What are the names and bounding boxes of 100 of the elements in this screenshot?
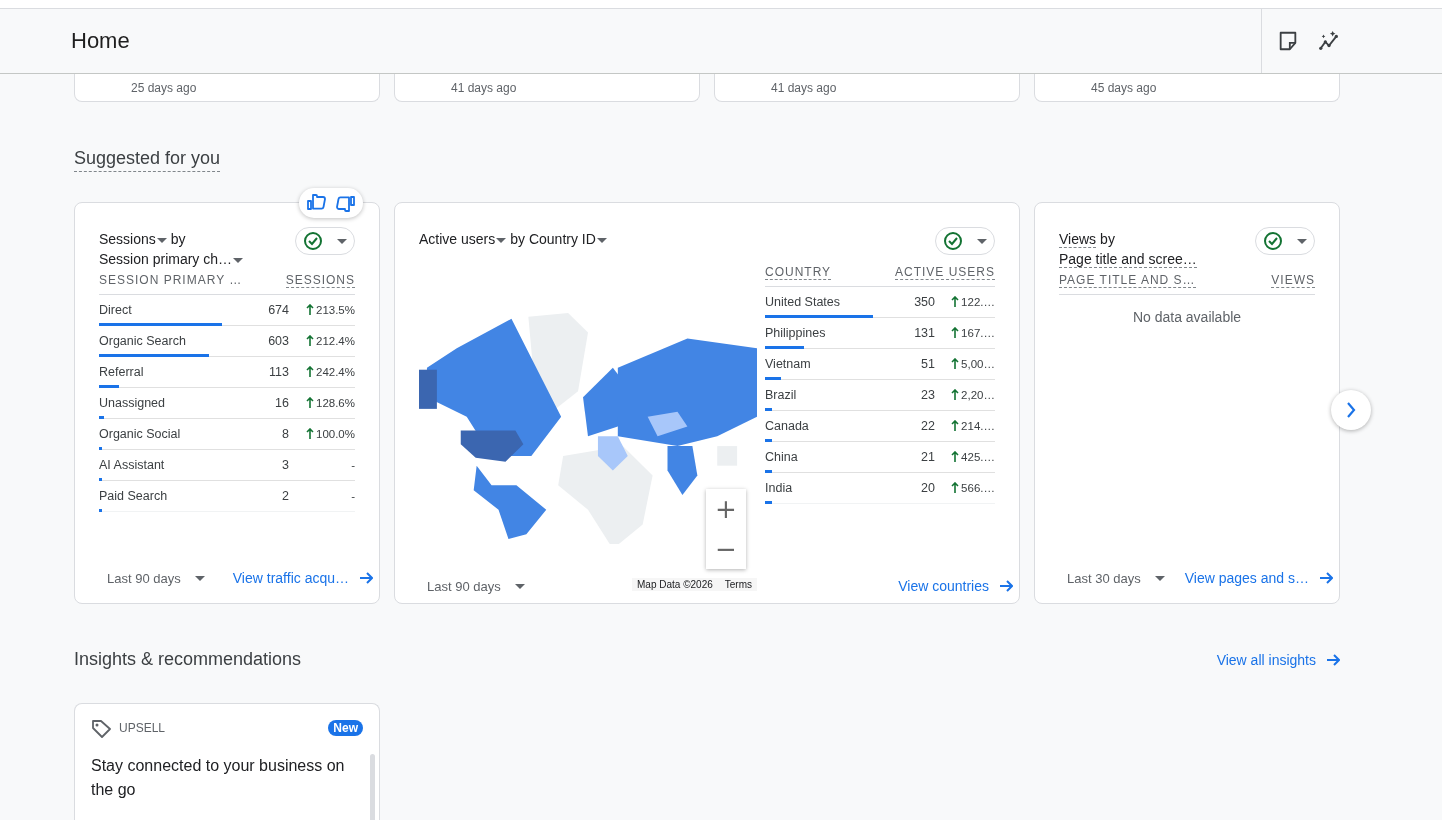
table-cell-text: India [765,481,794,495]
change-cell: 213.5% [289,304,355,316]
table-cell-text: 22 [920,419,935,433]
date-range-dropdown[interactable]: Last 90 days [99,570,205,586]
card-timestamp: 45 days ago [1091,81,1157,95]
column-header: COUNTRY [765,265,832,280]
card-timestamp: 25 days ago [131,81,197,95]
change-cell: 425.… [935,451,995,463]
empty-message: No data available [1131,309,1243,325]
caret-icon [1154,575,1165,581]
table-cell-text: Referral [99,365,145,379]
table-cell-text: Unassigned [99,396,166,410]
status-button[interactable] [935,227,995,255]
insight-headline: Stay connected to your business on the go [91,756,346,800]
zoom-out-button[interactable]: − [706,529,746,569]
title-text: by [170,231,186,247]
recent-card[interactable]: 41 days ago [714,74,1020,102]
table-cell-text: 674 [267,303,289,317]
table-cell-text: 21 [920,450,935,464]
date-range-dropdown[interactable]: Last 90 days [419,578,525,594]
table-cell-text: 603 [267,334,289,348]
new-badge: New [328,720,363,736]
up-arrow-icon [951,451,960,463]
thumbs-down-icon[interactable] [336,193,356,213]
table-cell-text: 113 [268,365,289,379]
insights-icon[interactable] [1317,30,1341,52]
caret-icon [514,583,525,589]
section-heading: Suggested for you [74,148,221,172]
column-header: VIEWS [1271,273,1315,288]
next-button[interactable] [1331,390,1371,430]
up-arrow-icon [951,296,960,308]
notes-icon[interactable] [1277,30,1299,52]
table-cell-text: China [765,450,799,464]
check-circle-icon [303,231,323,251]
table-cell-text: Paid Search [99,489,169,503]
column-header: SESSION PRIMARY … [99,273,243,288]
table-cell-text: 350 [913,295,935,309]
table-cell-text: 3 [281,458,289,472]
table-cell-text: Canada [765,419,810,433]
zoom-in-button[interactable]: + [706,489,746,529]
view-all-link[interactable]: View all insights [1216,651,1340,668]
up-arrow-icon [951,420,960,432]
check-circle-icon [943,231,963,251]
metric-dropdown[interactable]: Session primary ch… [99,251,244,267]
table-cell-text: AI Assistant [99,458,166,472]
arrow-right-icon [359,570,373,586]
column-header: ACTIVE USERS [894,265,995,280]
arrow-right-icon [999,578,1013,594]
insight-card[interactable]: UPSELL New Stay connected to your business on the go [74,703,380,820]
metric-dropdown[interactable]: Active users [419,231,507,247]
report-link[interactable]: View traffic acqu… [232,570,373,586]
table-cell-text: Direct [99,303,133,317]
insight-category: UPSELL [119,721,167,735]
thumbs-up-icon[interactable] [306,193,326,213]
change-cell: 100.0% [289,428,355,440]
change-cell: 214.… [935,420,995,432]
change-cell: 122.… [935,296,995,308]
up-arrow-icon [306,335,314,347]
recent-card[interactable]: 45 days ago [1034,74,1340,102]
up-arrow-icon [951,482,960,494]
title-text: Page title and scree… [1059,251,1197,268]
caret-icon [977,238,987,244]
tag-icon [91,718,111,738]
recent-card[interactable]: 41 days ago [394,74,700,102]
change-cell: 5,00… [935,358,995,370]
change-cell: 128.6% [289,397,355,409]
change-cell: 566.… [935,482,995,494]
metric-dropdown[interactable]: Sessions [99,231,167,247]
title-text: Views [1059,231,1097,248]
change-cell-text: - [350,459,355,471]
column-header: SESSIONS [285,273,355,288]
table-cell-text: 20 [920,481,935,495]
table-cell-text: Philippines [765,326,827,340]
metric-dropdown[interactable]: by Country ID [510,231,607,247]
table-cell-text: 23 [920,388,935,402]
table-cell-text: 16 [274,396,289,410]
status-button[interactable] [295,227,355,255]
date-range-dropdown[interactable]: Last 30 days [1059,570,1165,586]
scrollbar [370,754,375,820]
table-cell-text: 8 [281,427,289,441]
table-cell-text: 131 [913,326,935,340]
arrow-right-icon [1326,651,1340,668]
table-cell-text: 2 [281,489,289,503]
up-arrow-icon [306,428,314,440]
up-arrow-icon [951,389,960,401]
table-cell-text: Brazil [765,388,798,402]
report-link[interactable]: View pages and s… [1184,570,1333,586]
report-link[interactable]: View countries [898,578,1013,594]
column-header: PAGE TITLE AND S… [1059,273,1196,288]
section-heading: Insights & recommendations [74,649,302,670]
table-cell-text: Organic Social [99,427,182,441]
table-cell-text: Organic Search [99,334,187,348]
check-circle-icon [1263,231,1283,251]
up-arrow-icon [306,397,314,409]
recent-card[interactable]: 25 days ago [74,74,380,102]
status-button[interactable] [1255,227,1315,255]
page-title: Home [71,28,131,54]
up-arrow-icon [951,358,960,370]
card-timestamp: 41 days ago [771,81,837,95]
terms-link[interactable]: Terms [724,579,752,590]
